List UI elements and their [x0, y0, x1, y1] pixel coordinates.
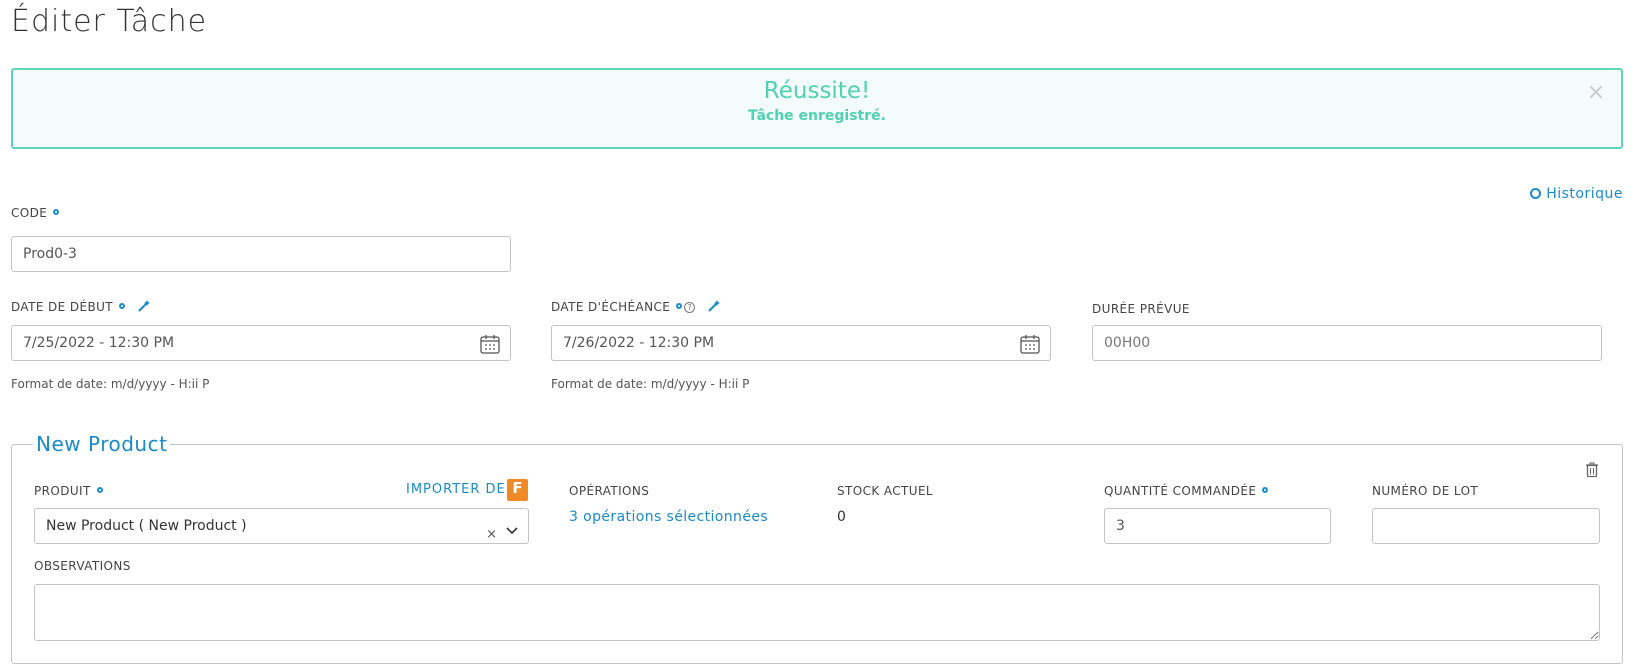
clear-icon[interactable]: × [486, 518, 497, 552]
alert-message: Tâche enregistré. [748, 108, 886, 124]
required-icon [119, 303, 126, 309]
stock-value: 0 [837, 509, 846, 525]
product-select-value: New Product ( New Product ) [46, 518, 247, 534]
import-from-link[interactable]: IMPORTER DE [406, 482, 506, 497]
quantity-input[interactable]: 3 [1104, 508, 1331, 544]
product-select[interactable]: New Product ( New Product ) × [34, 508, 529, 544]
start-date-label: DATE DE DÉBUT [11, 299, 151, 316]
fusion-icon[interactable]: F [507, 479, 528, 501]
operations-label: OPÉRATIONS [569, 484, 650, 498]
required-icon [1262, 487, 1269, 493]
lot-label: NUMÉRO DE LOT [1372, 484, 1479, 498]
page-title: Éditer Tâche [11, 4, 208, 39]
help-icon[interactable]: ? [684, 302, 696, 313]
calendar-icon[interactable] [1020, 333, 1040, 367]
due-date-label: DATE D'ÉCHÉANCE? [551, 299, 721, 316]
success-alert: Réussite! Tâche enregistré. × [11, 68, 1623, 149]
lot-input[interactable] [1372, 508, 1600, 544]
start-date-value: 7/25/2022 - 12:30 PM [23, 335, 175, 351]
magic-wand-icon[interactable] [137, 299, 151, 316]
code-label: CODE [11, 206, 60, 220]
product-label: PRODUIT [34, 484, 103, 498]
duration-input[interactable]: 00H00 [1092, 325, 1602, 361]
fusion-badge-letter: F [512, 479, 523, 497]
required-icon [676, 303, 683, 309]
code-label-text: CODE [11, 206, 48, 220]
alert-title: Réussite! [763, 78, 871, 104]
trash-icon[interactable] [1585, 462, 1599, 482]
magic-wand-icon[interactable] [707, 299, 721, 316]
required-icon [53, 209, 60, 215]
chevron-down-icon[interactable] [504, 517, 520, 551]
code-input[interactable]: Prod0-3 [11, 236, 511, 272]
due-date-value: 7/26/2022 - 12:30 PM [563, 335, 715, 351]
start-date-hint: Format de date: m/d/yyyy - H:ii P [11, 377, 210, 391]
product-label-text: PRODUIT [34, 484, 91, 498]
required-icon [96, 487, 103, 493]
close-icon[interactable]: × [1587, 82, 1605, 104]
due-date-label-text: DATE D'ÉCHÉANCE [551, 300, 671, 314]
quantity-label: QUANTITÉ COMMANDÉE [1104, 484, 1269, 498]
start-date-label-text: DATE DE DÉBUT [11, 300, 114, 314]
history-label: Historique [1546, 186, 1623, 202]
history-link[interactable]: Historique [1530, 186, 1623, 202]
duration-label: DURÉE PRÉVUE [1092, 302, 1190, 316]
start-date-input[interactable]: 7/25/2022 - 12:30 PM [11, 325, 511, 361]
stock-label: STOCK ACTUEL [837, 484, 934, 498]
clock-icon [1530, 188, 1542, 199]
due-date-input[interactable]: 7/26/2022 - 12:30 PM [551, 325, 1051, 361]
due-date-hint: Format de date: m/d/yyyy - H:ii P [551, 377, 750, 391]
observations-label: OBSERVATIONS [34, 559, 131, 573]
calendar-icon[interactable] [480, 333, 500, 367]
observations-textarea[interactable] [34, 584, 1600, 641]
quantity-label-text: QUANTITÉ COMMANDÉE [1104, 484, 1257, 498]
operations-link[interactable]: 3 opérations sélectionnées [569, 509, 768, 525]
section-legend: New Product [36, 432, 168, 456]
